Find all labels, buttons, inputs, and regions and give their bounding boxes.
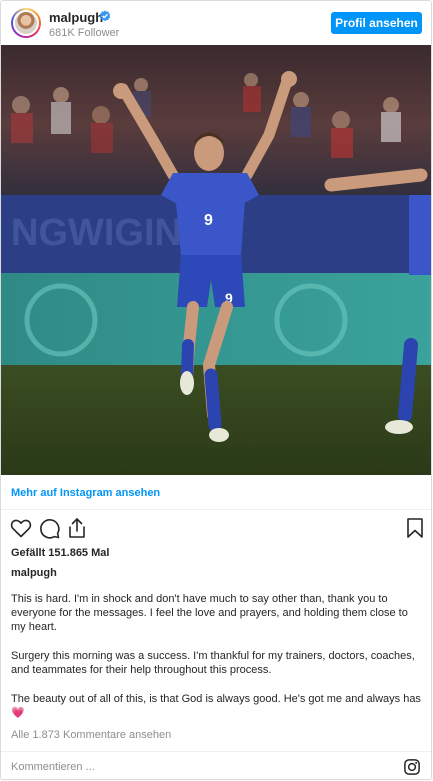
share-icon[interactable] [65, 516, 89, 540]
like-count[interactable]: Gefällt 151.865 Mal [11, 547, 109, 559]
header-username[interactable]: malpugh [49, 10, 103, 25]
caption-text: This is hard. I'm in shock and don't hav… [11, 592, 423, 735]
profile-avatar[interactable] [11, 8, 41, 38]
action-bar [7, 516, 427, 540]
follower-count: 681K Follower [49, 27, 120, 39]
comment-bubble-icon[interactable] [37, 516, 61, 540]
caption-paragraph: The beauty out of all of this, is that G… [11, 692, 423, 720]
divider [1, 509, 431, 510]
post-header: malpugh 681K Follower Profil ansehen [1, 1, 431, 45]
comment-bar: Kommentieren ... [1, 751, 431, 779]
heart-outline-icon[interactable] [9, 516, 33, 540]
caption-paragraph: This is hard. I'm in shock and don't hav… [11, 593, 408, 633]
caption-paragraph-text: The beauty out of all of this, is that G… [11, 693, 421, 705]
soccer-celebration-image: NGWIGIN 9 9 [1, 45, 431, 475]
jersey-number: 9 [204, 212, 213, 229]
bookmark-icon[interactable] [403, 516, 427, 540]
instagram-embed-card: malpugh 681K Follower Profil ansehen NGW… [0, 0, 432, 780]
verified-badge-icon [99, 10, 111, 22]
pink-heart-emoji: 💗 [11, 707, 25, 719]
comment-input[interactable]: Kommentieren ... [11, 761, 95, 773]
view-all-comments-link[interactable]: Alle 1.873 Kommentare ansehen [11, 729, 171, 741]
view-profile-button[interactable]: Profil ansehen [331, 12, 422, 34]
post-photo[interactable]: NGWIGIN 9 9 [1, 45, 431, 475]
svg-text:NGWIGIN: NGWIGIN [11, 212, 182, 254]
caption-paragraph: Surgery this morning was a success. I'm … [11, 650, 415, 676]
avatar-image [13, 10, 39, 36]
more-on-instagram-link[interactable]: Mehr auf Instagram ansehen [11, 487, 160, 499]
caption-username[interactable]: malpugh [11, 567, 57, 579]
instagram-logo-icon[interactable] [403, 758, 421, 776]
